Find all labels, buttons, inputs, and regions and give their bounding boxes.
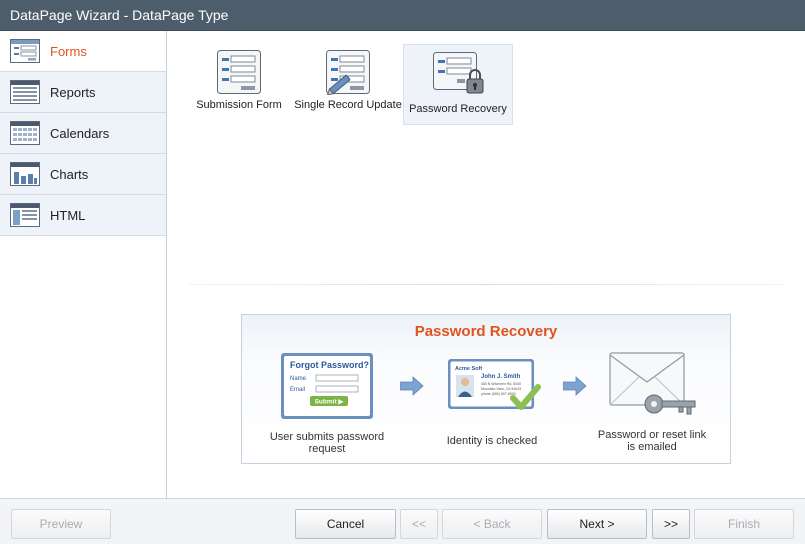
step-caption-submit: User submits password request: [269, 431, 385, 455]
forms-icon: [10, 39, 40, 63]
back-button[interactable]: < Back: [442, 509, 542, 539]
cancel-button[interactable]: Cancel: [295, 509, 396, 539]
form-card-name-label: Name: [290, 376, 307, 382]
reports-icon: [10, 80, 40, 104]
email-envelope-illustration: [609, 352, 696, 415]
window-title: DataPage Wizard - DataPage Type: [10, 7, 229, 23]
type-label: Single Record Update: [294, 99, 402, 111]
next-button[interactable]: Next >: [547, 509, 647, 539]
id-card-company: Acme Soft: [455, 366, 482, 372]
id-card-line3: phone (650) 697-8900: [481, 392, 516, 396]
sidebar-item-label: Calendars: [50, 125, 110, 141]
window-title-bar: DataPage Wizard - DataPage Type: [0, 0, 805, 31]
id-card-line1: 460 N Wisemen Rd, 6030: [481, 382, 521, 386]
first-page-button[interactable]: <<: [400, 509, 438, 539]
section-divider: [187, 284, 785, 285]
sidebar-item-html[interactable]: HTML: [0, 195, 166, 236]
finish-button[interactable]: Finish: [694, 509, 794, 539]
arrow-right-icon: [400, 376, 424, 396]
main-content: Submission Form Single Record Update Pas…: [167, 31, 805, 498]
preview-title: Password Recovery: [414, 323, 558, 340]
type-password-recovery[interactable]: Password Recovery: [403, 44, 513, 125]
calendars-icon: [10, 121, 40, 145]
preview-button[interactable]: Preview: [11, 509, 111, 539]
id-card-line2: Mountain View, CA 94043: [481, 387, 521, 391]
sidebar-item-label: Charts: [50, 166, 89, 182]
sidebar-item-forms[interactable]: Forms: [0, 31, 166, 72]
sidebar-item-calendars[interactable]: Calendars: [0, 113, 166, 154]
sidebar-item-label: HTML: [50, 207, 86, 223]
sidebar: Forms Reports Calendars Charts HTML: [0, 31, 167, 498]
sidebar-item-label: Reports: [50, 84, 96, 100]
preview-panel: Password Recovery Forgot Password? Name …: [241, 314, 731, 464]
type-label: Submission Form: [196, 99, 282, 111]
step-caption-emailed: Password or reset link is emailed: [597, 429, 707, 453]
type-single-record-update[interactable]: Single Record Update: [293, 45, 403, 125]
sidebar-item-label: Forms: [50, 43, 87, 59]
password-recovery-icon: [433, 52, 484, 94]
charts-icon: [10, 162, 40, 186]
last-page-button[interactable]: >>: [652, 509, 690, 539]
wizard-footer: Preview Cancel << < Back Next > >> Finis…: [0, 498, 805, 544]
step-caption-identity: Identity is checked: [446, 435, 538, 447]
form-card-email-label: Email: [290, 387, 305, 393]
single-record-update-icon: [326, 50, 370, 95]
html-icon: [10, 203, 40, 227]
form-card-heading: Forgot Password?: [290, 360, 369, 370]
sidebar-item-charts[interactable]: Charts: [0, 154, 166, 195]
forgot-password-form-illustration: Forgot Password? Name Email Submit ▶: [281, 353, 373, 419]
type-label: Password Recovery: [409, 103, 507, 115]
arrow-right-icon: [563, 376, 587, 396]
type-submission-form[interactable]: Submission Form: [195, 45, 283, 125]
form-card-submit-label: Submit ▶: [315, 399, 345, 406]
submission-form-icon: [217, 50, 261, 94]
sidebar-item-reports[interactable]: Reports: [0, 72, 166, 113]
id-card-name: John J. Smith: [481, 374, 521, 380]
identity-card-illustration: Acme Soft John J. Smith 460 N Wisemen Rd…: [448, 359, 541, 410]
